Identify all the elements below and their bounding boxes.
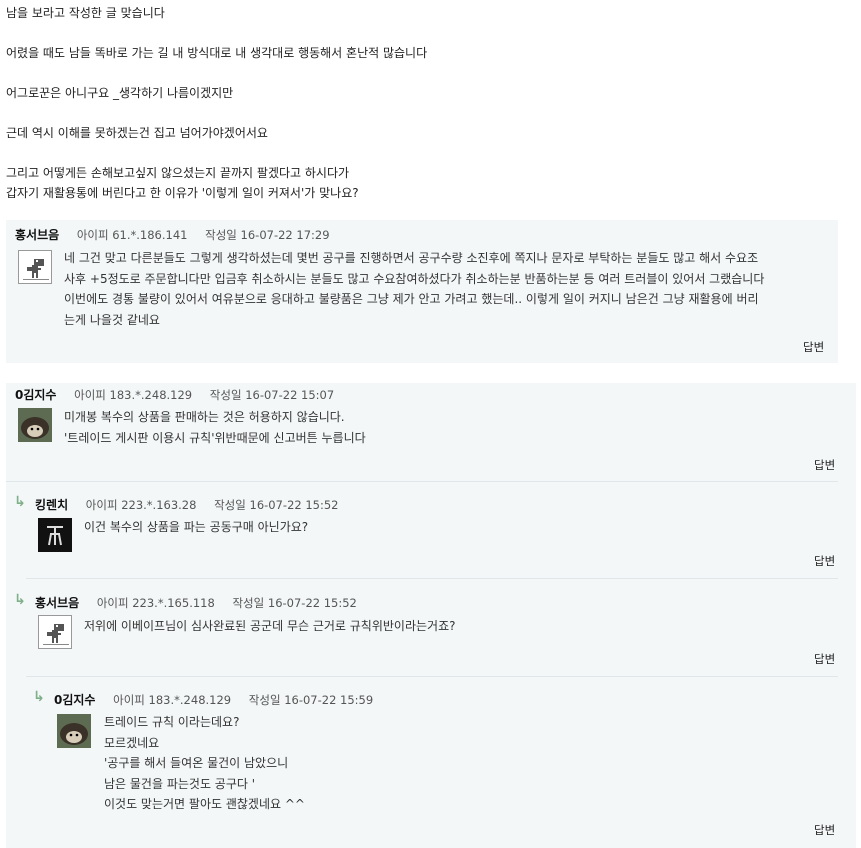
reply-arrow-icon: ↳ [14,592,26,608]
comment-text: 트레이드 규칙 이라는데요? 모르겠네요 '공구를 해서 들여온 물건이 남았으… [104,712,305,815]
divider [26,578,838,579]
post-line: 그리고 어떻게든 손해보고싶지 않으셨는지 끝까지 팔겠다고 하시다가 [6,166,350,180]
comment-line: 모르겠네요 [104,735,160,750]
comment-date: 16-07-22 17:29 [240,228,330,242]
comment-item: ↳ 홍서브음 아이피 223.*.165.118 작성일 16-07-22 15… [6,589,856,679]
divider [26,676,838,677]
comment-text: 네 그건 맞고 다른분들도 그렇게 생각하셨는데 몇번 공구를 진행하면서 공구… [64,248,764,330]
dino-icon [18,250,52,284]
comment-ip: 183.*.248.129 [109,388,193,402]
hedgehog-avatar [57,714,91,748]
comment-ip: 223.*.163.28 [121,498,197,512]
comment-item: ↳ 0김지수 아이피 183.*.248.129 작성일 16-07-22 15… [6,687,856,847]
comment-ip: 61.*.186.141 [112,228,188,242]
date-label: 작성일 [209,388,242,402]
post-line: 근데 역시 이해를 못하겠는건 집고 넘어가야겠어서요 [6,126,268,140]
reply-button[interactable]: 답변 [814,822,835,838]
comment-line: 트레이드 규칙 이라는데요? [104,715,240,729]
comment-header: 킹렌치 아이피 223.*.163.28 작성일 16-07-22 15:52 [35,496,353,513]
reply-button[interactable]: 답변 [814,651,835,667]
comment-line: 저위에 이베이프님이 심사완료된 공군데 무슨 근거로 규칙위반이라는거죠? [84,619,456,633]
comment-text: 미개봉 복수의 상품을 판매하는 것은 허용하지 않습니다. '트레이드 게시판… [64,407,366,448]
comment-date: 16-07-22 15:52 [249,498,339,512]
comment-date: 16-07-22 15:07 [245,388,335,402]
reply-arrow-icon: ↳ [33,689,45,705]
comment-date: 16-07-22 15:59 [284,693,374,707]
comment-header: 홍서브음 아이피 223.*.165.118 작성일 16-07-22 15:5… [35,594,371,611]
comment-author[interactable]: 0김지수 [15,388,56,402]
post-line: 어그로꾼은 아니구요 _생각하기 나름이겠지만 [6,86,234,100]
reply-arrow-icon: ↳ [14,494,26,510]
date-label: 작성일 [214,498,246,512]
comment-line: 이것도 맞는거면 팔아도 괜찮겠네요 ^^ [104,797,305,811]
comment-line: 미개봉 복수의 상품을 판매하는 것은 허용하지 않습니다. [64,410,345,424]
post-line: 갑자기 재활용통에 버린다고 한 이유가 '이렇게 일이 커져서'가 맞나요? [6,186,359,200]
comment-author[interactable]: 홍서브음 [35,596,79,610]
comment-line: 이번에도 경통 불량이 있어서 여유분으로 응대하고 불량품은 그냥 제가 안고… [64,292,759,306]
date-label: 작성일 [205,228,237,242]
ip-label: 아이피 [96,596,129,610]
comment-line: 이건 복수의 상품을 파는 공동구매 아닌가요? [84,520,309,534]
comment-header: 0김지수 아이피 183.*.248.129 작성일 16-07-22 15:5… [54,691,387,708]
comment-text: 저위에 이베이프님이 심사완료된 공군데 무슨 근거로 규칙위반이라는거죠? [84,616,456,637]
reply-button[interactable]: 답변 [803,339,824,355]
comment-text: 이건 복수의 상품을 파는 공동구매 아닌가요? [84,517,308,538]
comment-ip: 223.*.165.118 [132,596,215,610]
comment-line: '트레이드 게시판 이용시 규칙'위반때문에 신고버튼 누릅니다 [64,430,366,445]
comment-author[interactable]: 홍서브음 [15,228,59,242]
comment-item: ↳ 킹렌치 아이피 223.*.163.28 작성일 16-07-22 15:5… [6,491,856,581]
comment-header: 0김지수 아이피 183.*.248.129 작성일 16-07-22 15:0… [15,386,348,403]
comment-ip: 183.*.248.129 [148,693,232,707]
post-line: 남을 보라고 작성한 글 맞습니다 [6,6,165,20]
divider [6,481,838,482]
ip-label: 아이피 [76,228,109,242]
post-line: 어렸을 때도 남들 똑바로 가는 길 내 방식대로 내 생각대로 행동해서 혼난… [6,46,428,60]
comment-author[interactable]: 킹렌치 [35,498,68,512]
dino-icon [38,615,72,649]
comment-header: 홍서브음 아이피 61.*.186.141 작성일 16-07-22 17:29 [15,226,344,243]
comment-author[interactable]: 0김지수 [54,693,95,707]
comment-line: 는게 나을것 같네요 [64,312,160,327]
date-label: 작성일 [248,693,281,707]
date-label: 작성일 [232,596,265,610]
reply-button[interactable]: 답변 [814,553,835,569]
comment-line: 남은 물건을 파는것도 공구다 ' [104,776,256,791]
comment-item: 홍서브음 아이피 61.*.186.141 작성일 16-07-22 17:29… [6,220,838,363]
reply-button[interactable]: 답변 [814,457,835,473]
comment-line: 사후 +5정도로 주문합니다만 입금후 취소하시는 분들도 많고 수요참여하셨다… [64,271,765,286]
comment-line: 네 그건 맞고 다른분들도 그렇게 생각하셨는데 몇번 공구를 진행하면서 공구… [64,251,759,265]
comment-date: 16-07-22 15:52 [267,596,357,610]
tr-logo-avatar [38,518,72,552]
ip-label: 아이피 [113,693,145,707]
comment-line: '공구를 해서 들여온 물건이 남았으니 [104,756,289,770]
ip-label: 아이피 [74,388,106,402]
hedgehog-avatar [18,408,52,442]
comment-item: 0김지수 아이피 183.*.248.129 작성일 16-07-22 15:0… [6,383,856,483]
ip-label: 아이피 [85,498,118,512]
